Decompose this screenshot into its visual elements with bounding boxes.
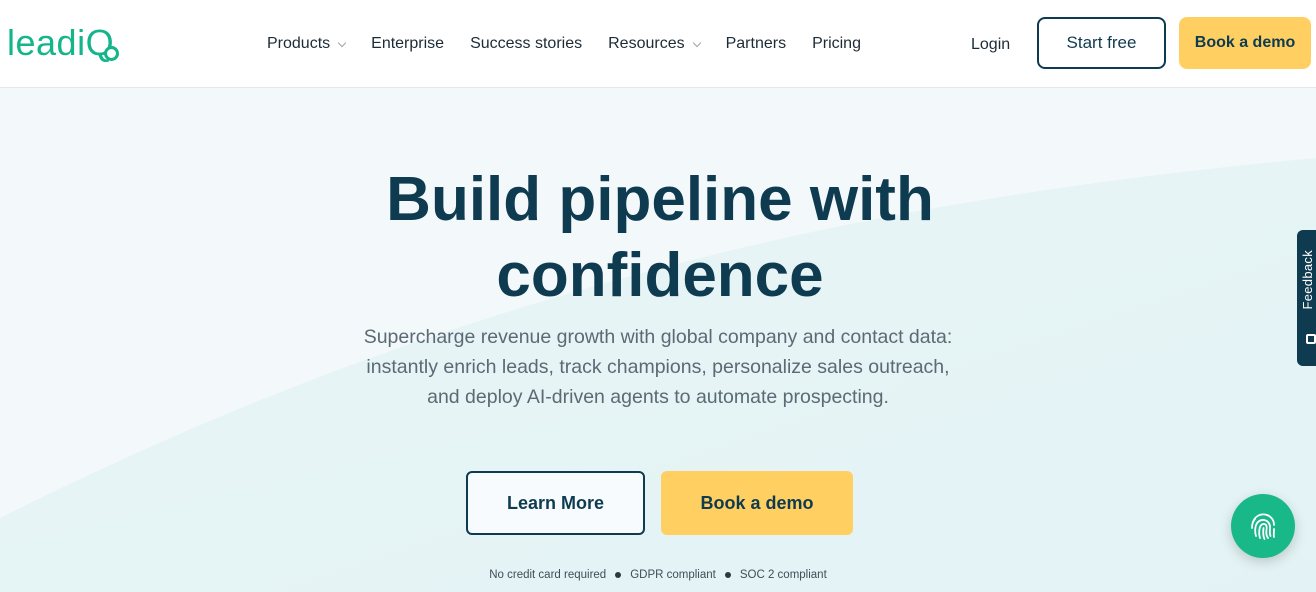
login-link[interactable]: Login (971, 36, 1010, 54)
feedback-label: Feedback (1300, 250, 1315, 310)
start-free-button[interactable]: Start free (1037, 17, 1166, 69)
nav-item-label: Partners (725, 35, 787, 52)
nav-item-partners[interactable]: Partners (726, 35, 786, 53)
badge-gdpr: GDPR compliant (630, 569, 716, 581)
hero-subtext: Supercharge revenue growth with global c… (363, 326, 953, 408)
nav-item-success-stories[interactable]: Success stories (470, 35, 582, 53)
nav-item-label: Pricing (812, 35, 861, 52)
bullet-dot (615, 572, 622, 578)
nav-item-products[interactable]: Products (267, 35, 347, 53)
logo-q: Q (85, 22, 119, 63)
badge-no-credit-card: No credit card required (489, 569, 607, 581)
site-header: leadi Q Products Enterprise Success stori… (0, 0, 1316, 88)
book-demo-button-header[interactable]: Book a demo (1179, 17, 1311, 69)
hero-headline: Build pipeline with confidence (300, 162, 1020, 314)
chevron-down-icon (337, 38, 347, 47)
leadiq-logo[interactable]: leadi Q (7, 20, 137, 66)
book-demo-button-hero[interactable]: Book a demo (661, 471, 853, 535)
fingerprint-icon (1251, 513, 1275, 540)
bullet-dot (724, 572, 731, 578)
main-nav: Products Enterprise Success stories Reso… (267, 0, 887, 88)
badge-soc2: SOC 2 compliant (739, 569, 827, 581)
chevron-down-icon (692, 38, 701, 47)
chat-widget-button[interactable] (1231, 494, 1295, 558)
feedback-tab[interactable]: Feedback (1297, 230, 1316, 366)
nav-item-pricing[interactable]: Pricing (812, 35, 861, 53)
logo-text: leadi (7, 22, 86, 63)
headline-line-1: Build pipeline with (386, 165, 934, 234)
nav-item-enterprise[interactable]: Enterprise (371, 35, 444, 53)
headline-line-2: confidence (496, 241, 824, 310)
nav-item-resources[interactable]: Resources (608, 35, 701, 53)
nav-item-label: Resources (608, 35, 685, 52)
hero-section: Build pipeline with confidence Superchar… (0, 88, 1316, 592)
feedback-icon (1306, 334, 1316, 344)
nav-item-label: Enterprise (371, 35, 445, 52)
nav-item-label: Products (267, 35, 331, 52)
nav-item-label: Success stories (470, 35, 583, 52)
compliance-badges: No credit card required GDPR compliant S… (0, 569, 1316, 581)
learn-more-button[interactable]: Learn More (466, 471, 645, 535)
